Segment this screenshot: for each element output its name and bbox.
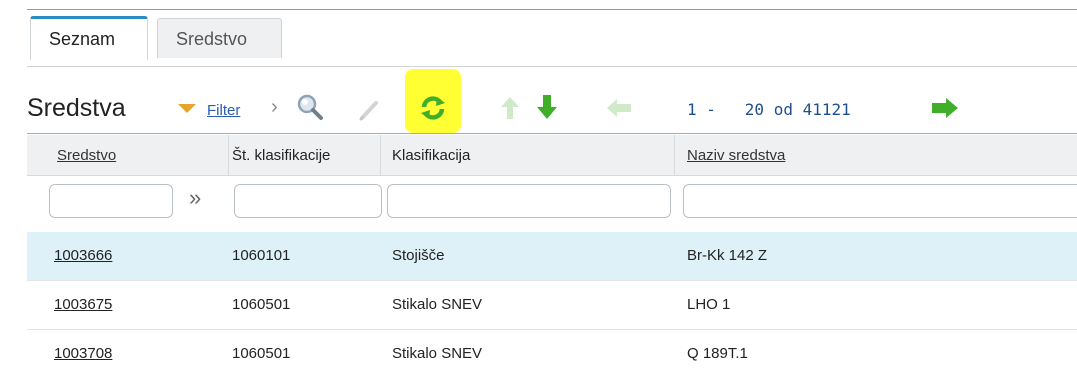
cell-st-klasifikacije: 1060501 <box>232 296 291 313</box>
edit-icon[interactable] <box>357 98 381 122</box>
column-header-st-klasifikacije: Št. klasifikacije <box>232 147 331 164</box>
pager-text: 1 - 20 od 41121 <box>687 100 851 119</box>
next-page-icon[interactable] <box>931 97 959 119</box>
previous-page-icon[interactable] <box>606 98 632 118</box>
toolbar: Sredstva Filter › 1 - 20 od 41121 <box>27 69 1077 133</box>
cell-klasifikacija: Stikalo SNEV <box>392 296 483 313</box>
cell-sredstvo[interactable]: 1003666 <box>54 247 112 264</box>
move-down-icon[interactable] <box>536 94 558 120</box>
chevron-right-icon[interactable]: › <box>271 96 278 119</box>
cell-klasifikacija: Stikalo SNEV <box>392 345 483 362</box>
table-row[interactable]: 1003666 1060101 Stojišče Br-Kk 142 Z <box>27 232 1077 281</box>
column-header-klasifikacija: Klasifikacija <box>392 147 471 164</box>
filter-row: » <box>27 176 1077 230</box>
page-title: Sredstva <box>27 94 126 122</box>
tab-bar: Seznam Sredstvo <box>27 10 1077 68</box>
toolbar-divider <box>27 133 1077 134</box>
cell-naziv-sredstva: Br-Kk 142 Z <box>687 247 768 264</box>
filter-input-klasifikacija[interactable] <box>387 184 671 218</box>
cell-naziv-sredstva: LHO 1 <box>687 296 731 313</box>
column-separator <box>674 135 675 175</box>
cell-sredstvo[interactable]: 1003675 <box>54 296 112 313</box>
column-separator <box>380 135 381 175</box>
move-up-icon[interactable] <box>500 96 520 120</box>
column-separator <box>228 135 229 175</box>
column-header-sredstvo[interactable]: Sredstvo <box>57 147 116 164</box>
tab-seznam[interactable]: Seznam <box>30 16 148 60</box>
cell-naziv-sredstva: Q 189T.1 <box>687 345 748 362</box>
refresh-icon[interactable] <box>419 94 447 122</box>
tab-divider <box>27 66 1077 67</box>
cell-st-klasifikacije: 1060501 <box>232 345 291 362</box>
filter-input-sredstvo[interactable] <box>49 184 173 218</box>
expand-filter-icon[interactable]: » <box>189 185 201 211</box>
table-header: Sredstvo Št. klasifikacije Klasifikacija… <box>27 135 1077 176</box>
filter-input-naziv-sredstva[interactable] <box>683 184 1077 218</box>
column-header-naziv-sredstva[interactable]: Naziv sredstva <box>687 147 785 164</box>
cell-klasifikacija: Stojišče <box>392 247 445 264</box>
search-icon[interactable] <box>295 92 325 122</box>
filter-triangle-icon[interactable] <box>178 104 196 113</box>
table-row[interactable]: 1003708 1060501 Stikalo SNEV Q 189T.1 <box>27 330 1077 374</box>
filter-input-st-klasifikacije[interactable] <box>234 184 382 218</box>
cell-sredstvo[interactable]: 1003708 <box>54 345 112 362</box>
cell-st-klasifikacije: 1060101 <box>232 247 291 264</box>
table-row[interactable]: 1003675 1060501 Stikalo SNEV LHO 1 <box>27 281 1077 330</box>
filter-link[interactable]: Filter <box>207 102 240 119</box>
tab-sredstvo[interactable]: Sredstvo <box>157 18 282 58</box>
